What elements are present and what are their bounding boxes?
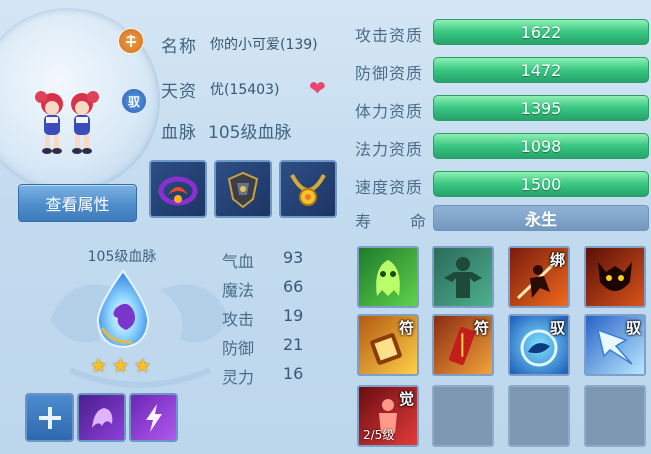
tame-badge-icon[interactable]: 驭 xyxy=(121,88,147,114)
stat-value-attack: 19 xyxy=(283,306,304,325)
stat-label-defense: 防御 xyxy=(222,339,255,358)
favorite-heart-icon[interactable]: ❤ xyxy=(309,76,326,100)
skill-slot-8[interactable]: 驭 xyxy=(584,314,646,376)
equipment-slot-necklace[interactable] xyxy=(279,160,337,218)
aptitude-label-attack: 攻击资质 xyxy=(355,26,424,45)
aptitude-label-stamina: 体力资质 xyxy=(355,102,424,121)
green-figure-icon xyxy=(444,257,482,298)
skill-slot-empty-1[interactable] xyxy=(432,385,494,447)
lifespan-label-part1: 寿 xyxy=(355,212,373,231)
skill-tag-6: 符 xyxy=(473,319,489,337)
talent-label: 天资 xyxy=(161,82,197,102)
skill-tag-8: 驭 xyxy=(625,319,641,337)
skill-level-9: 2/5级 xyxy=(363,428,395,442)
skill-tag-5: 符 xyxy=(398,319,414,337)
bloodline-star-1: ★ xyxy=(90,355,108,377)
pet-name-value: 你的小可爱(139) xyxy=(210,37,318,53)
view-attributes-button[interactable]: 查看属性 xyxy=(18,184,137,222)
skill-slot-6[interactable]: 符 xyxy=(432,314,494,376)
skill-slot-7[interactable]: 驭 xyxy=(508,314,570,376)
skill-slot-1[interactable] xyxy=(357,246,419,308)
skill-tag-9: 觉 xyxy=(398,390,414,408)
bloodline-skill-slot-2[interactable] xyxy=(129,393,178,442)
stat-label-mp: 魔法 xyxy=(222,281,255,300)
bloodline-skill-slot-1[interactable] xyxy=(77,393,126,442)
bloodline-star-2: ★ xyxy=(112,355,130,377)
equipment-slot-armor[interactable] xyxy=(214,160,272,218)
spirit-type-icon[interactable] xyxy=(118,28,144,54)
green-ghost-icon xyxy=(376,260,400,296)
bloodline-value: 105级血脉 xyxy=(208,123,292,143)
bloodline-title: 105级血脉 xyxy=(87,249,157,265)
lifespan-value: 永生 xyxy=(433,205,649,231)
add-bloodline-button[interactable] xyxy=(25,393,74,442)
aptitude-bar-speed: 1500 xyxy=(433,171,649,197)
skill-slot-empty-2[interactable] xyxy=(508,385,570,447)
stat-label-spirit: 灵力 xyxy=(222,368,255,387)
demon-king-icon xyxy=(598,262,632,291)
stat-value-spirit: 16 xyxy=(283,364,304,383)
skill-slot-5[interactable]: 符 xyxy=(357,314,419,376)
stat-label-attack: 攻击 xyxy=(222,310,255,329)
skill-slot-9[interactable]: 觉 2/5级 xyxy=(357,385,419,447)
purple-claw-icon xyxy=(91,407,112,428)
talent-value: 优(15403) xyxy=(210,82,280,98)
name-label: 名称 xyxy=(161,37,197,57)
stat-label-hp: 气血 xyxy=(222,252,255,271)
stat-value-hp: 93 xyxy=(283,248,304,267)
skill-slot-4[interactable] xyxy=(584,246,646,308)
equipment-slot-collar[interactable] xyxy=(149,160,207,218)
skill-tag-3: 绑 xyxy=(549,251,565,269)
aptitude-label-defense: 防御资质 xyxy=(355,64,424,83)
bloodline-label: 血脉 xyxy=(161,123,197,143)
aptitude-bar-magic: 1098 xyxy=(433,133,649,159)
skill-slot-2[interactable] xyxy=(432,246,494,308)
stat-value-defense: 21 xyxy=(283,335,304,354)
lifespan-label-part2: 命 xyxy=(410,212,428,231)
necklace-icon xyxy=(290,174,326,206)
aptitude-bar-stamina: 1395 xyxy=(433,95,649,121)
skill-slot-empty-3[interactable] xyxy=(584,385,646,447)
plus-icon xyxy=(38,406,61,429)
skill-slot-3[interactable]: 绑 xyxy=(508,246,570,308)
armor-icon xyxy=(227,171,259,209)
stat-value-mp: 66 xyxy=(283,277,304,296)
aptitude-label-speed: 速度资质 xyxy=(355,178,424,197)
aptitude-bar-attack: 1622 xyxy=(433,19,649,45)
bloodline-star-3: ★ xyxy=(134,355,152,377)
bloodline-crystal-icon[interactable] xyxy=(88,268,158,350)
aptitude-label-magic: 法力资质 xyxy=(355,140,424,159)
skill-tag-7: 驭 xyxy=(549,319,565,337)
lightning-icon xyxy=(145,403,162,432)
pet-avatar[interactable] xyxy=(28,82,108,162)
flame-collar-icon xyxy=(158,176,198,206)
aptitude-bar-defense: 1472 xyxy=(433,57,649,83)
